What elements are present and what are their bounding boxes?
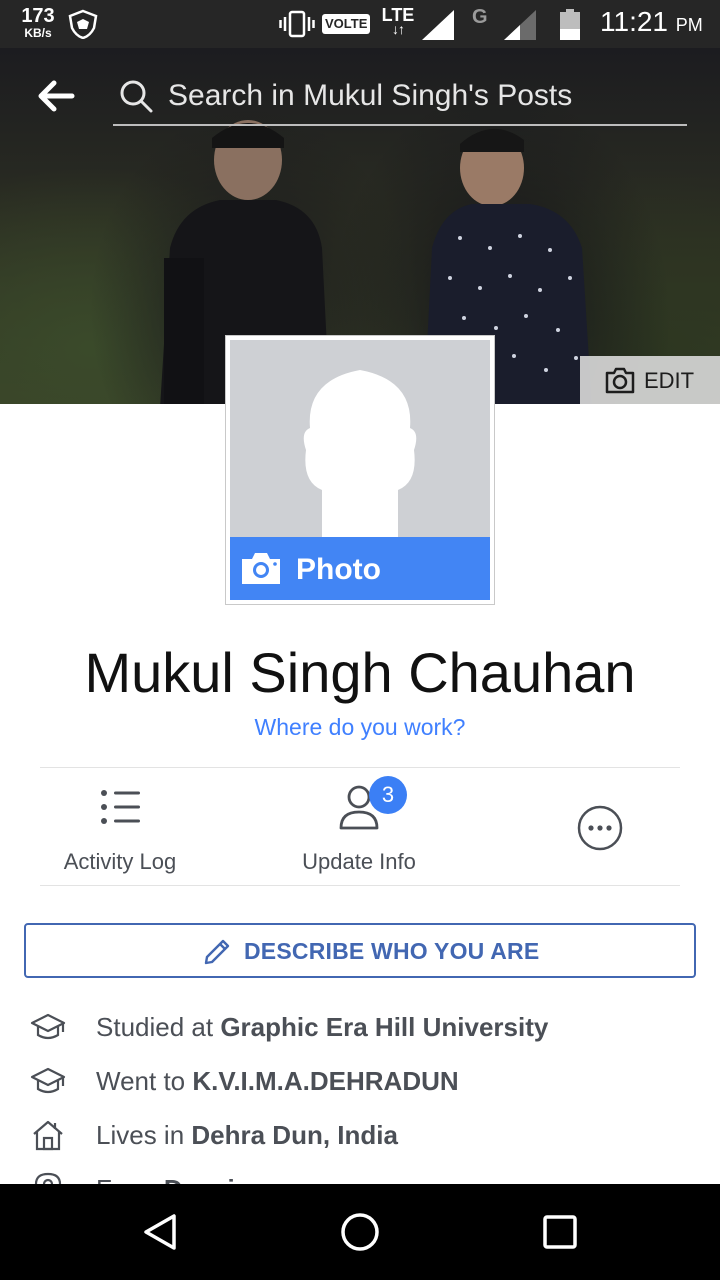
work-prompt-link[interactable]: Where do you work? bbox=[0, 714, 720, 741]
clock-ampm: PM bbox=[675, 15, 703, 35]
battery-icon bbox=[560, 9, 580, 40]
back-arrow-icon[interactable] bbox=[34, 76, 78, 116]
intro-value: K.V.I.M.A.DEHRADUN bbox=[192, 1066, 459, 1096]
update-info-button[interactable]: Update Info bbox=[249, 783, 469, 875]
profile-picture[interactable]: Photo bbox=[225, 335, 495, 605]
intro-item-education[interactable]: Studied at Graphic Era Hill University bbox=[0, 1008, 720, 1048]
network-speed-value: 173 bbox=[21, 5, 55, 27]
profile-picture-frame: Photo bbox=[230, 340, 490, 600]
activity-log-button[interactable]: Activity Log bbox=[10, 783, 230, 875]
home-icon bbox=[33, 1120, 63, 1151]
intro-item-school[interactable]: Went to K.V.I.M.A.DEHRADUN bbox=[0, 1062, 720, 1102]
signal-strength-icon bbox=[504, 10, 536, 40]
vibrate-icon bbox=[279, 10, 315, 38]
edit-cover-label: EDIT bbox=[644, 368, 695, 393]
describe-button-label: DESCRIBE WHO YOU ARE bbox=[244, 938, 540, 964]
intro-item-text: Lives in Dehra Dun, India bbox=[96, 1120, 398, 1151]
edit-cover-button[interactable]: EDIT bbox=[580, 356, 720, 404]
search-underline bbox=[113, 124, 687, 126]
lte-indicator: LTE ↓↑ bbox=[378, 6, 418, 36]
shield-icon bbox=[68, 9, 98, 39]
clock-time: 11:21 bbox=[600, 6, 668, 37]
activity-log-label: Activity Log bbox=[63, 849, 177, 874]
graduation-cap-icon bbox=[30, 1013, 66, 1040]
update-info-badge: 3 bbox=[369, 776, 407, 814]
system-navigation-bar bbox=[0, 1184, 720, 1280]
home-circle-icon[interactable] bbox=[340, 1212, 380, 1252]
camera-icon bbox=[605, 367, 635, 394]
pencil-icon bbox=[204, 939, 230, 965]
update-info-label: Update Info bbox=[302, 849, 416, 874]
more-options-icon[interactable] bbox=[576, 804, 624, 852]
volte-badge: VOLTE bbox=[322, 14, 371, 34]
intro-value: Dehra Dun, India bbox=[191, 1120, 398, 1150]
search-icon bbox=[120, 80, 153, 113]
signal-strength-icon bbox=[422, 10, 454, 40]
describe-who-you-are-button[interactable]: DESCRIBE WHO YOU ARE bbox=[24, 923, 696, 978]
add-photo-label: Photo bbox=[296, 553, 381, 586]
network-g-label: G bbox=[472, 6, 488, 28]
search-input[interactable] bbox=[168, 74, 678, 118]
divider bbox=[40, 885, 680, 886]
intro-item-current-city[interactable]: Lives in Dehra Dun, India bbox=[0, 1116, 720, 1156]
list-icon bbox=[101, 790, 140, 824]
intro-prefix: Studied at bbox=[96, 1012, 221, 1042]
profile-name: Mukul Singh Chauhan bbox=[84, 641, 636, 704]
divider bbox=[40, 767, 680, 768]
add-photo-button[interactable]: Photo bbox=[230, 537, 490, 600]
status-clock: 11:21 PM bbox=[600, 8, 703, 36]
recent-apps-icon[interactable] bbox=[542, 1214, 578, 1250]
intro-value: Graphic Era Hill University bbox=[220, 1012, 549, 1042]
network-speed: 173 KB/s bbox=[18, 6, 58, 39]
intro-prefix: Lives in bbox=[96, 1120, 192, 1150]
graduation-cap-icon bbox=[30, 1067, 66, 1094]
network-speed-unit: KB/s bbox=[24, 26, 52, 40]
back-triangle-icon[interactable] bbox=[140, 1212, 180, 1252]
camera-icon bbox=[242, 553, 280, 584]
facebook-profile-screen: { "status_bar": { "net_speed_value": "17… bbox=[0, 0, 720, 1280]
intro-prefix: Went to bbox=[96, 1066, 193, 1096]
intro-item-text: Studied at Graphic Era Hill University bbox=[96, 1012, 548, 1043]
intro-item-text: Went to K.V.I.M.A.DEHRADUN bbox=[96, 1066, 459, 1097]
status-bar: 173 KB/s VOLTE LTE ↓↑ G 11:21 PM bbox=[0, 0, 720, 48]
